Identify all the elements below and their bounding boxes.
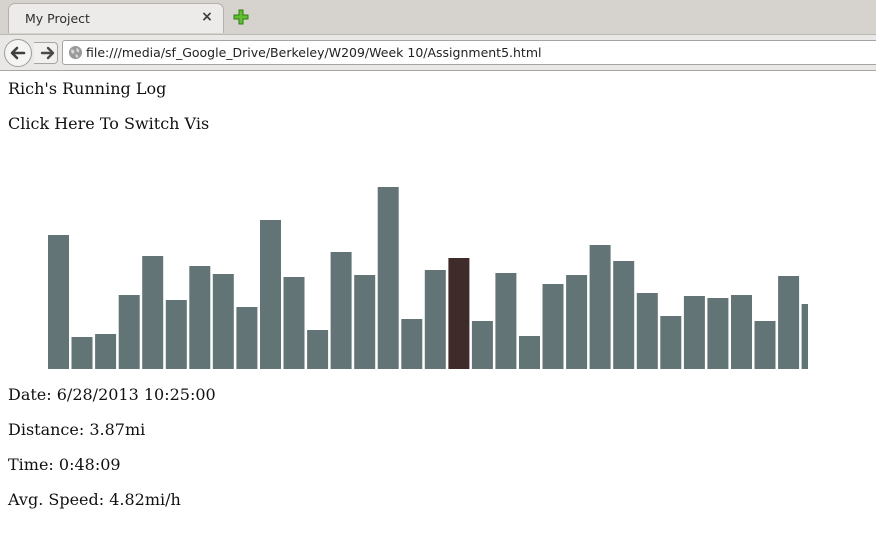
run-distance: Distance: 3.87mi [8,420,146,439]
url-text[interactable]: file:///media/sf_Google_Drive/Berkeley/W… [86,45,541,60]
chart-bar[interactable] [354,275,376,369]
globe-icon [68,45,83,60]
tab-title: My Project [25,11,90,26]
address-bar[interactable]: file:///media/sf_Google_Drive/Berkeley/W… [62,40,876,65]
chart-bar[interactable] [95,334,117,369]
chart-bar[interactable] [778,276,800,369]
back-button[interactable] [4,39,32,67]
chart-bar[interactable] [165,300,187,369]
chart-bar[interactable] [236,307,258,369]
chart-bar[interactable] [307,330,329,369]
chart-bar-selected[interactable] [448,258,470,369]
chart-bar[interactable] [660,316,682,369]
chart-bar[interactable] [142,256,164,369]
chart-bar[interactable] [683,296,705,369]
chart-bar[interactable] [260,220,281,369]
chart-bar[interactable] [330,252,352,369]
tab-strip: My Project × [0,0,876,34]
close-icon[interactable]: × [199,9,215,25]
chart-bar[interactable] [754,321,776,369]
new-tab-plus-icon[interactable] [232,8,250,26]
nav-buttons [4,39,60,67]
run-time: Time: 0:48:09 [8,455,121,474]
chart-bar[interactable] [731,295,752,369]
chart-bar[interactable] [613,261,635,369]
browser-tab[interactable]: My Project × [8,3,224,33]
chart-bar[interactable] [589,245,611,369]
chart-bar[interactable] [189,266,211,369]
page-content: Rich's Running Log Click Here To Switch … [0,72,876,554]
chart-bar[interactable] [377,187,399,369]
navigation-toolbar: file:///media/sf_Google_Drive/Berkeley/W… [0,34,876,71]
run-date: Date: 6/28/2013 10:25:00 [8,385,216,404]
chart-bar[interactable] [495,273,517,369]
running-bar-chart [48,187,808,369]
chart-bar[interactable] [283,277,305,369]
chart-bar[interactable] [424,270,446,369]
chart-bar[interactable] [71,337,93,369]
chart-bar[interactable] [542,284,564,369]
chart-bar[interactable] [801,304,808,369]
chart-bar[interactable] [212,274,234,369]
chart-bar[interactable] [707,298,729,369]
chart-bar[interactable] [48,235,69,369]
chart-bar[interactable] [566,275,588,369]
chart-bar[interactable] [471,321,493,369]
forward-button[interactable] [34,42,58,64]
switch-vis-link[interactable]: Click Here To Switch Vis [8,114,209,133]
back-arrow-icon [10,46,26,60]
chart-bar[interactable] [636,293,658,369]
chart-bar[interactable] [401,319,423,369]
run-avg-speed: Avg. Speed: 4.82mi/h [8,490,181,509]
forward-arrow-icon [40,46,55,60]
chart-bar[interactable] [519,336,540,369]
page-title: Rich's Running Log [8,79,167,98]
chart-bar[interactable] [118,295,140,369]
